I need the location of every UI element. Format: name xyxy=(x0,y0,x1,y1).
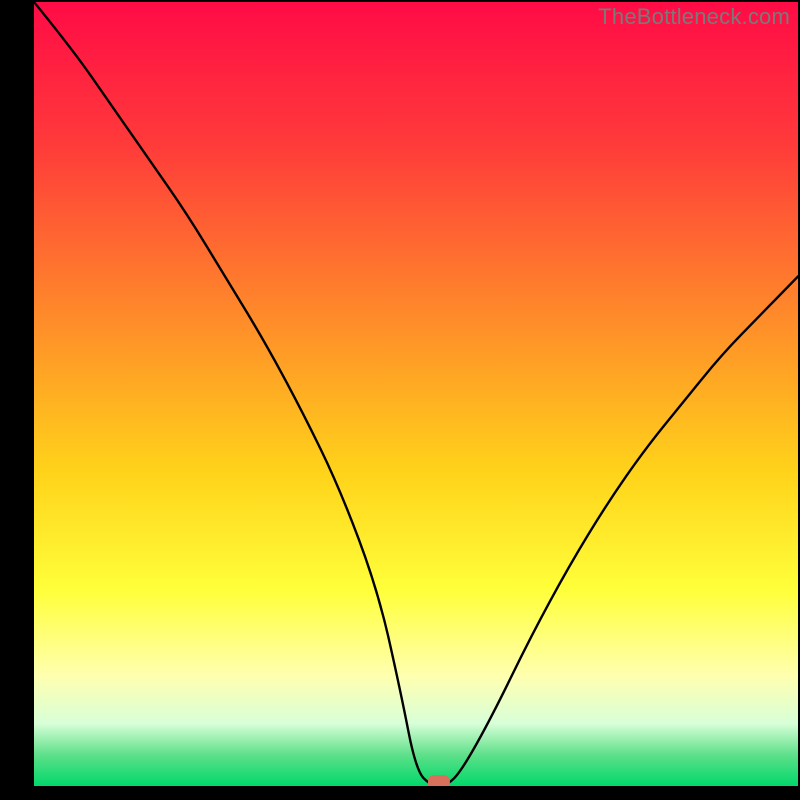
watermark-text: TheBottleneck.com xyxy=(598,4,790,30)
chart-frame: TheBottleneck.com xyxy=(0,0,800,800)
bottleneck-chart xyxy=(0,0,800,800)
axis-border-left xyxy=(0,0,34,800)
axis-border-bottom xyxy=(0,786,800,800)
gradient-background xyxy=(34,2,798,786)
